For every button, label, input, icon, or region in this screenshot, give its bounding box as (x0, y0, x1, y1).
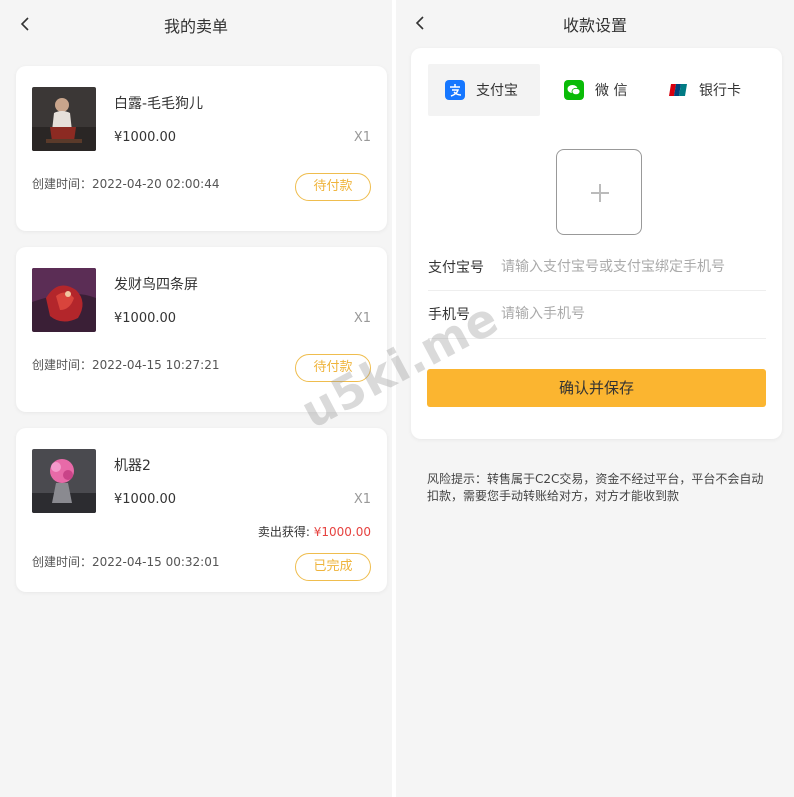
tab-wechat[interactable]: 微 信 (564, 64, 654, 116)
created-time-label: 创建时间： (32, 177, 93, 191)
product-name: 发财鸟四条屏 (114, 277, 198, 293)
risk-warning-text: 风险提示：转售属于C2C交易，资金不经过平台，平台不会自动扣款，需要您手动转账给… (427, 472, 764, 503)
order-card[interactable]: 白露-毛毛狗儿 ¥1000.00 X1 创建时间：2022-04-20 02:0… (16, 66, 387, 231)
sale-earnings: 卖出获得: ¥1000.00 (258, 523, 371, 540)
product-quantity: X1 (353, 311, 371, 326)
tab-wechat-label: 微 信 (595, 83, 628, 99)
confirm-save-button[interactable]: 确认并保存 (427, 369, 766, 407)
product-quantity: X1 (353, 130, 371, 145)
created-time-value: 2022-04-20 02:00:44 (92, 177, 220, 191)
payment-settings-screen: 收款设置 支付宝 微 信 银行卡 支付宝号 请输入支付宝号或支付宝绑定手机号 手… (396, 0, 794, 797)
status-pending-payment-button[interactable]: 待付款 (295, 354, 371, 382)
status-pending-payment-button[interactable]: 待付款 (295, 173, 371, 201)
phone-label: 手机号 (428, 307, 470, 323)
alipay-icon (445, 80, 465, 100)
status-completed-button[interactable]: 已完成 (295, 553, 371, 581)
product-name: 白露-毛毛狗儿 (114, 96, 204, 112)
tab-bank-card-label: 银行卡 (699, 83, 741, 99)
qr-code-upload-button[interactable] (556, 149, 642, 235)
created-time-label: 创建时间： (32, 358, 93, 372)
navbar: 我的卖单 (0, 0, 392, 48)
page-title: 我的卖单 (163, 17, 228, 36)
created-time: 创建时间：2022-04-20 02:00:44 (32, 175, 219, 192)
alipay-account-label: 支付宝号 (428, 260, 484, 276)
order-card[interactable]: 发财鸟四条屏 ¥1000.00 X1 创建时间：2022-04-15 10:27… (16, 247, 387, 412)
tab-alipay-label: 支付宝 (476, 83, 518, 99)
created-time: 创建时间：2022-04-15 10:27:21 (32, 356, 219, 373)
unionpay-icon (668, 80, 688, 100)
created-time-value: 2022-04-15 00:32:01 (92, 555, 220, 569)
page-title: 收款设置 (562, 16, 627, 35)
wechat-icon (564, 80, 584, 100)
sale-earnings-label: 卖出获得: (257, 525, 314, 539)
product-name: 机器2 (114, 458, 151, 474)
divider (428, 290, 766, 291)
divider (428, 338, 766, 339)
created-time: 创建时间：2022-04-15 00:32:01 (32, 553, 219, 570)
phone-input[interactable] (501, 303, 771, 325)
product-price: ¥1000.00 (114, 492, 177, 507)
tab-alipay[interactable]: 支付宝 (428, 64, 540, 116)
tab-bank-card[interactable]: 银行卡 (668, 64, 768, 116)
artwork-thumbnail-icon (32, 87, 96, 151)
product-price: ¥1000.00 (114, 130, 177, 145)
artwork-thumbnail-icon (32, 449, 96, 513)
my-sell-orders-screen: 我的卖单 白露-毛毛狗儿 ¥1000.00 X1 创建时间：2022-04-20… (0, 0, 392, 797)
navbar: 收款设置 (396, 0, 794, 48)
plus-icon-vertical (599, 184, 601, 202)
payment-settings-card: 支付宝 微 信 银行卡 支付宝号 手机号 确认并保存 (411, 48, 782, 439)
created-time-label: 创建时间： (32, 555, 93, 569)
artwork-thumbnail-icon (32, 268, 96, 332)
payment-method-tabs: 支付宝 微 信 银行卡 (428, 64, 768, 116)
product-price: ¥1000.00 (114, 311, 177, 326)
product-quantity: X1 (353, 492, 371, 507)
alipay-account-input[interactable] (501, 256, 771, 278)
order-card[interactable]: 机器2 ¥1000.00 X1 卖出获得: ¥1000.00 创建时间：2022… (16, 428, 387, 592)
sale-earnings-amount: ¥1000.00 (313, 525, 371, 539)
created-time-value: 2022-04-15 10:27:21 (92, 358, 220, 372)
